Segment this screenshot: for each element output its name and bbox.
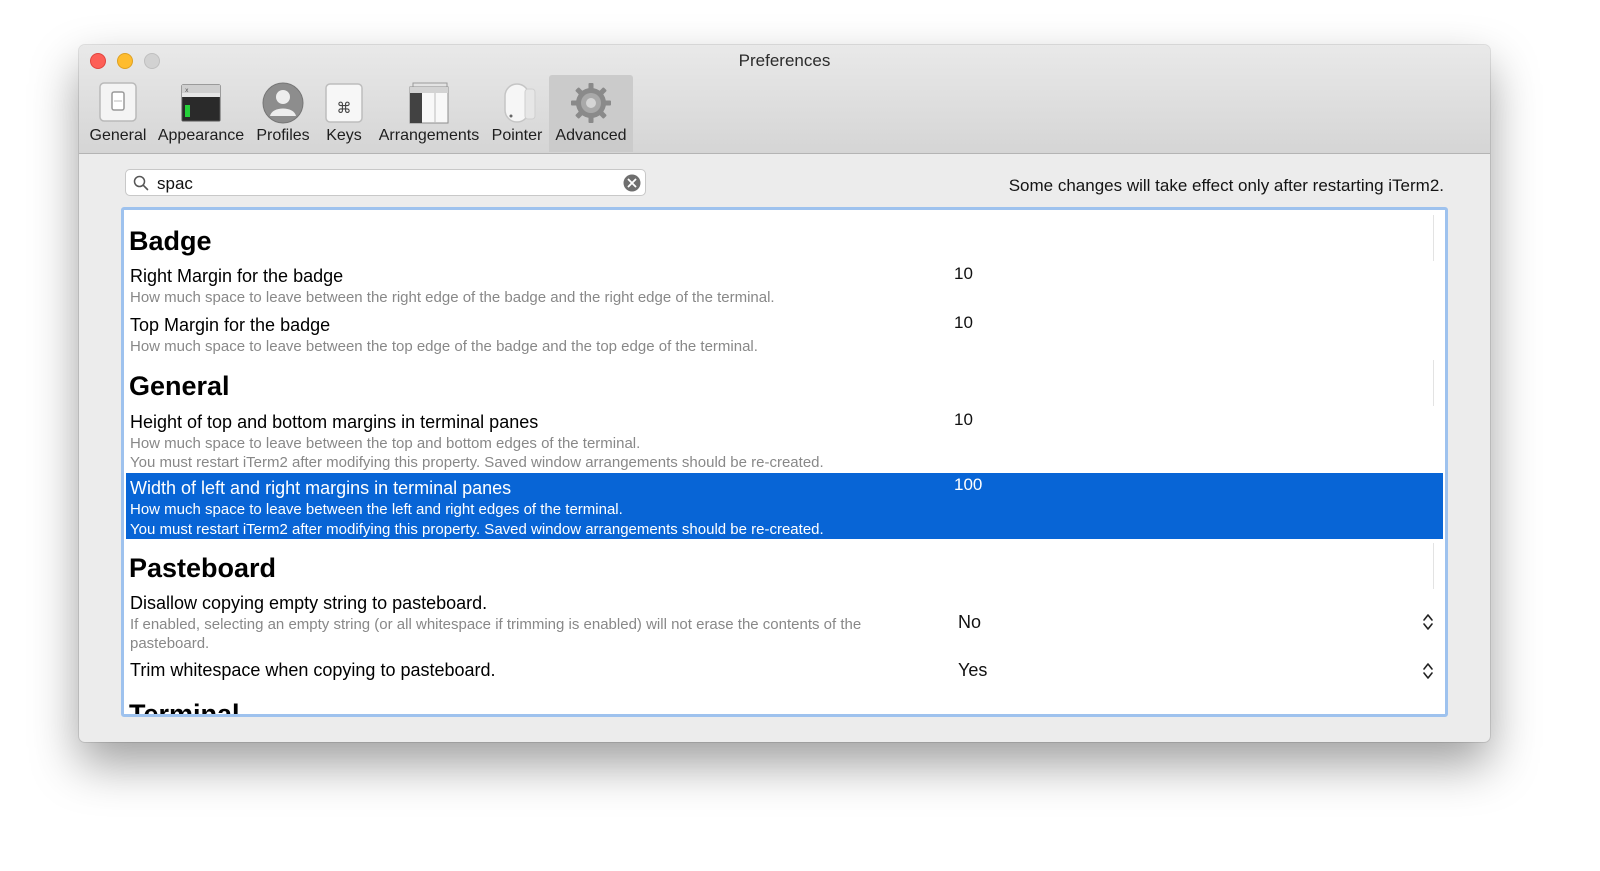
clear-search-icon[interactable]	[623, 174, 641, 192]
setting-row[interactable]: Right Margin for the badge How much spac…	[126, 264, 1443, 308]
mouse-icon	[504, 83, 536, 123]
chevron-updown-icon[interactable]	[1422, 661, 1434, 681]
toolbar-item-arrangements[interactable]: Arrangements	[375, 75, 483, 152]
toolbar-label: Advanced	[555, 127, 627, 144]
search-input[interactable]: spac	[157, 174, 193, 194]
scroll-divider	[1433, 543, 1434, 589]
setting-row[interactable]: Trim whitespace when copying to pasteboa…	[126, 659, 1443, 687]
toolbar-label: Appearance	[157, 127, 245, 144]
toolbar-item-profiles[interactable]: Profiles	[252, 75, 314, 152]
setting-description: How much space to leave between the top …	[130, 338, 758, 355]
setting-title: Height of top and bottom margins in term…	[130, 412, 539, 432]
person-icon	[262, 82, 304, 124]
window-title: Preferences	[738, 51, 831, 70]
search-icon	[133, 175, 149, 191]
setting-description: How much space to leave between the top …	[130, 435, 641, 452]
svg-text:x: x	[185, 87, 189, 94]
setting-title: Disallow copying empty string to pastebo…	[130, 593, 488, 613]
section-heading-general: General	[129, 371, 230, 401]
toolbar-label: Arrangements	[378, 127, 480, 144]
setting-select[interactable]: Yes	[958, 660, 987, 681]
toolbar-item-general[interactable]: General	[85, 75, 151, 152]
window-appearance-icon: x	[181, 84, 221, 122]
section-heading-terminal: Terminal	[129, 699, 240, 717]
setting-row[interactable]: Height of top and bottom margins in term…	[126, 410, 1443, 473]
chevron-updown-icon[interactable]	[1422, 612, 1434, 632]
toolbar-item-pointer[interactable]: Pointer	[487, 75, 547, 152]
setting-value[interactable]: 10	[954, 410, 973, 430]
setting-description: How much space to leave between the righ…	[130, 289, 775, 306]
toolbar-item-keys[interactable]: ⌘ Keys	[319, 75, 369, 152]
setting-description: How much space to leave between the left…	[130, 501, 623, 518]
advanced-settings-table[interactable]: Badge Right Margin for the badge How muc…	[121, 207, 1448, 717]
setting-title: Top Margin for the badge	[130, 315, 331, 335]
setting-row[interactable]: Disallow copying empty string to pastebo…	[126, 591, 1443, 655]
switch-icon	[99, 82, 137, 122]
setting-description: You must restart iTerm2 after modifying …	[130, 521, 824, 538]
svg-text:⌘: ⌘	[337, 99, 352, 117]
toolbar-item-appearance[interactable]: x Appearance	[153, 75, 249, 152]
section-heading-pasteboard: Pasteboard	[129, 553, 277, 583]
setting-title: Right Margin for the badge	[130, 266, 344, 286]
setting-description: pasteboard.	[130, 635, 210, 652]
toolbar-label: Profiles	[256, 127, 310, 144]
gear-icon	[571, 83, 611, 123]
setting-value[interactable]: 10	[954, 313, 973, 333]
section-heading-badge: Badge	[129, 226, 212, 256]
toolbar-label: General	[89, 127, 147, 144]
setting-value[interactable]: 10	[954, 264, 973, 284]
scroll-divider	[1433, 360, 1434, 406]
toolbar-label: Keys	[326, 127, 362, 144]
setting-row[interactable]: Top Margin for the badge How much space …	[126, 313, 1443, 357]
setting-description: You must restart iTerm2 after modifying …	[130, 454, 824, 471]
preferences-window: Preferences General x Appearance Profile…	[79, 45, 1490, 742]
setting-description: If enabled, selecting an empty string (o…	[130, 616, 862, 633]
scroll-divider	[1433, 215, 1434, 261]
toolbar-label: Pointer	[491, 127, 543, 144]
setting-row-selected[interactable]: Width of left and right margins in termi…	[126, 473, 1443, 539]
setting-value[interactable]: 100	[954, 475, 982, 495]
window-stack-icon	[409, 82, 449, 124]
setting-title: Width of left and right margins in termi…	[130, 478, 512, 498]
setting-title: Trim whitespace when copying to pasteboa…	[130, 660, 496, 680]
titlebar: Preferences General x Appearance Profile…	[79, 45, 1490, 154]
search-field[interactable]: spac	[125, 169, 646, 196]
command-key-icon: ⌘	[325, 83, 363, 123]
toolbar-item-advanced[interactable]: Advanced	[549, 75, 633, 152]
setting-select[interactable]: No	[958, 612, 981, 633]
restart-notice: Some changes will take effect only after…	[1008, 176, 1444, 195]
